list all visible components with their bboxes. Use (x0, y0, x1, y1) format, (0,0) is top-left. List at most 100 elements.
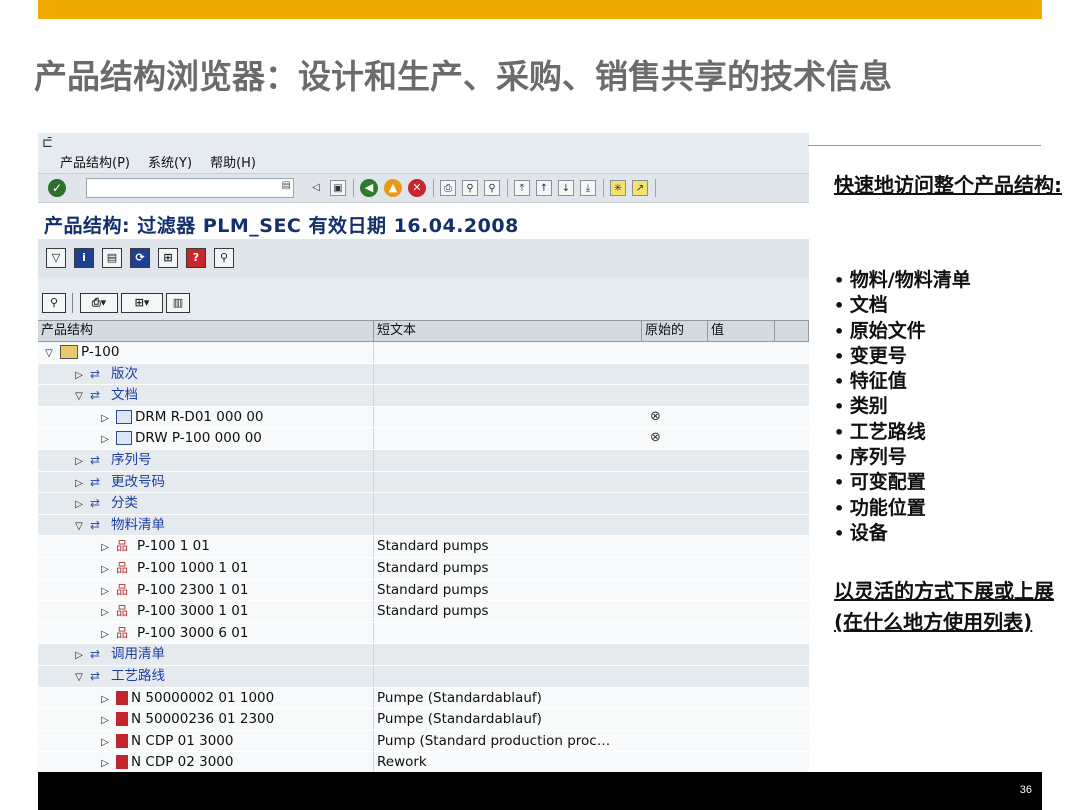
original-link-icon[interactable]: ⊗ (650, 428, 661, 449)
tree-row[interactable]: ▽ P-100 (38, 342, 809, 364)
find-icon[interactable]: ⚲ (42, 293, 66, 313)
node-label[interactable]: P-100 3000 1 01 (137, 603, 248, 619)
short-text-cell (374, 342, 642, 363)
collapse-icon[interactable]: ▽ (72, 517, 86, 536)
tree-row[interactable]: ▷ DRW P-100 000 00 ⊗ (38, 428, 809, 450)
first-page-icon[interactable]: ⤒ (514, 180, 530, 196)
node-label[interactable]: P-100 3000 6 01 (137, 625, 248, 641)
tree-row[interactable]: ▽ ⇄ 物料清单 (38, 514, 809, 537)
last-page-icon[interactable]: ⤓ (580, 180, 596, 196)
shortcut-icon[interactable]: ↗ (632, 180, 648, 196)
next-page-icon[interactable]: ↓ (558, 180, 574, 196)
tree-row[interactable]: ▷ ⇄ 序列号 (38, 449, 809, 472)
node-label[interactable]: N CDP 02 3000 (131, 754, 233, 770)
columns-icon[interactable]: ▥ (166, 293, 190, 313)
save-icon[interactable]: ▣ (330, 180, 346, 196)
tree-row[interactable]: ▷ ⇄ 更改号码 (38, 471, 809, 494)
dropdown-icon[interactable]: ▤ (282, 180, 291, 191)
menu-item[interactable]: 帮助(H) (210, 152, 256, 171)
find-icon[interactable]: ⚲ (462, 180, 478, 196)
back-arrow-icon[interactable]: ◁ (308, 180, 324, 196)
expand-icon[interactable]: ▷ (98, 733, 112, 752)
expand-icon[interactable]: ▷ (98, 582, 112, 601)
find-next-icon[interactable]: ⚲ (484, 180, 500, 196)
filter-icon[interactable]: ▽ (46, 248, 66, 268)
help-icon[interactable]: ? (186, 248, 206, 268)
expand-icon[interactable]: ▷ (72, 452, 86, 471)
tree-row[interactable]: ▷ 品 P-100 1 01 Standard pumps (38, 536, 809, 558)
tree-row[interactable]: ▷ N 50000002 01 1000 Pumpe (Standardablauf… (38, 687, 809, 710)
node-label[interactable]: P-100 1 01 (137, 538, 210, 554)
tree-row[interactable]: ▽ ⇄ 工艺路线 (38, 665, 809, 688)
node-label[interactable]: N 50000236 01 2300 (131, 711, 274, 727)
expand-icon[interactable]: ▷ (72, 474, 86, 493)
column-header-original[interactable]: 原始的 (642, 321, 708, 341)
expand-icon[interactable]: ▷ (98, 625, 112, 644)
tree-row[interactable]: ▷ 品 P-100 3000 6 01 (38, 622, 809, 645)
expand-icon[interactable]: ▷ (72, 366, 86, 385)
node-label[interactable]: DRW P-100 000 00 (135, 430, 262, 446)
expand-icon[interactable]: ▷ (98, 560, 112, 579)
tree-row[interactable]: ▷ 品 P-100 3000 1 01 Standard pumps (38, 601, 809, 623)
collapse-icon[interactable]: ▽ (42, 344, 56, 363)
short-text-cell (374, 407, 642, 428)
print-menu-icon[interactable]: ⎙▾ (80, 293, 118, 313)
node-label[interactable]: 调用清单 (111, 646, 165, 662)
expand-icon[interactable]: ▷ (98, 603, 112, 622)
expand-icon[interactable]: ▷ (72, 495, 86, 514)
command-field[interactable]: ▤ (86, 178, 294, 198)
tree-row[interactable]: ▷ ⇄ 调用清单 (38, 644, 809, 666)
enter-icon[interactable]: ✓ (48, 179, 66, 197)
node-label[interactable]: DRM R-D01 000 00 (135, 409, 264, 425)
node-label[interactable]: 版次 (111, 366, 138, 382)
tree-row[interactable]: ▷ N 50000236 01 2300 Pumpe (Standardablauf… (38, 709, 809, 731)
tree-row[interactable]: ▷ 品 P-100 2300 1 01 Standard pumps (38, 579, 809, 602)
node-label[interactable]: N 50000002 01 1000 (131, 690, 274, 706)
layout-menu-icon[interactable]: ⊞▾ (121, 293, 163, 313)
original-link-icon[interactable]: ⊗ (650, 407, 661, 428)
node-label[interactable]: P-100 1000 1 01 (137, 560, 248, 576)
expand-icon[interactable]: ▷ (98, 538, 112, 557)
node-label[interactable]: 更改号码 (111, 474, 165, 490)
node-label[interactable]: N CDP 01 3000 (131, 733, 233, 749)
menu-item[interactable]: 系统(Y) (148, 152, 192, 171)
node-label[interactable]: 文档 (111, 387, 138, 403)
create-session-icon[interactable]: ✳ (610, 180, 626, 196)
column-header-structure[interactable]: 产品结构 (38, 321, 374, 341)
list-icon[interactable]: ▤ (102, 248, 122, 268)
previous-page-icon[interactable]: ↑ (536, 180, 552, 196)
print-icon[interactable]: ⎙ (440, 180, 456, 196)
tree-row[interactable]: ▷ N CDP 01 3000 Pump (Standard production … (38, 730, 809, 753)
tree-row[interactable]: ▷ N CDP 02 3000 Rework (38, 752, 809, 773)
expand-icon[interactable]: ▷ (98, 754, 112, 773)
node-label[interactable]: P-100 (81, 344, 119, 360)
info-icon[interactable]: i (74, 248, 94, 268)
column-header-value[interactable]: 值 (708, 321, 775, 341)
exit-icon[interactable]: ▲ (384, 179, 402, 197)
menu-exit-icon[interactable]: ⊏̄ (42, 136, 53, 151)
collapse-icon[interactable]: ▽ (72, 668, 86, 687)
back-icon[interactable]: ◀ (360, 179, 378, 197)
node-label[interactable]: 序列号 (111, 452, 152, 468)
node-label[interactable]: 工艺路线 (111, 668, 165, 684)
tree-row[interactable]: ▽ ⇄ 文档 (38, 385, 809, 407)
refresh-icon[interactable]: ⟳ (130, 248, 150, 268)
search-icon[interactable]: ⚲ (214, 248, 234, 268)
collapse-icon[interactable]: ▽ (72, 387, 86, 406)
expand-icon[interactable]: ▷ (72, 646, 86, 665)
node-label[interactable]: 物料清单 (111, 517, 165, 533)
expand-icon[interactable]: ▷ (98, 690, 112, 709)
hierarchy-icon[interactable]: ⊞ (158, 248, 178, 268)
tree-row[interactable]: ▷ DRM R-D01 000 00 ⊗ (38, 406, 809, 429)
expand-icon[interactable]: ▷ (98, 430, 112, 449)
menu-item[interactable]: 产品结构(P) (60, 152, 130, 171)
tree-row[interactable]: ▷ ⇄ 分类 (38, 493, 809, 515)
expand-icon[interactable]: ▷ (98, 409, 112, 428)
tree-row[interactable]: ▷ 品 P-100 1000 1 01 Standard pumps (38, 557, 809, 580)
node-label[interactable]: 分类 (111, 495, 138, 511)
cancel-icon[interactable]: ✕ (408, 179, 426, 197)
tree-row[interactable]: ▷ ⇄ 版次 (38, 363, 809, 386)
column-header-short-text[interactable]: 短文本 (374, 321, 642, 341)
node-label[interactable]: P-100 2300 1 01 (137, 582, 248, 598)
expand-icon[interactable]: ▷ (98, 711, 112, 730)
